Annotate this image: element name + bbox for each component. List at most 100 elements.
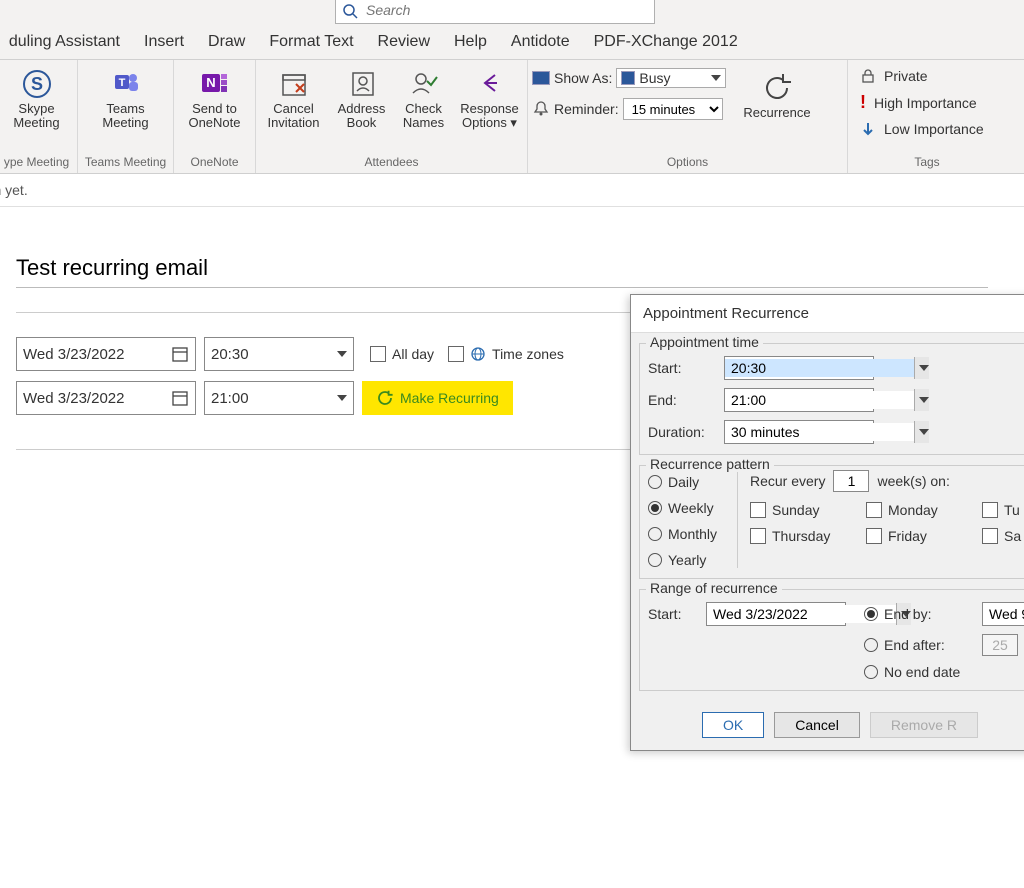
appointment-recurrence-dialog: Appointment Recurrence Appointment time … — [630, 294, 1024, 751]
svg-text:N: N — [206, 75, 215, 90]
monthly-radio[interactable]: Monthly — [648, 526, 725, 542]
all-day-checkbox[interactable]: All day — [370, 346, 434, 362]
meeting-title-input[interactable] — [16, 245, 988, 288]
chevron-down-icon[interactable] — [914, 389, 929, 411]
search-box[interactable] — [335, 0, 655, 24]
send-to-onenote-button[interactable]: N Send to OneNote — [180, 62, 250, 130]
tab-review[interactable]: Review — [378, 33, 430, 51]
check-names-button[interactable]: Check Names — [397, 62, 451, 130]
tab-scheduling-assistant[interactable]: duling Assistant — [0, 33, 120, 51]
monday-checkbox[interactable]: Monday — [866, 502, 976, 518]
high-importance-button[interactable]: ! High Importance — [860, 92, 994, 113]
address-book-button[interactable]: Address Book — [333, 62, 391, 130]
ribbon: S Skype Meeting ype Meeting T Teams Meet… — [0, 60, 1024, 174]
tab-format-text[interactable]: Format Text — [269, 33, 353, 51]
recurrence-label: Recurrence — [743, 106, 810, 120]
end-time-label: End: — [648, 392, 716, 408]
friday-checkbox[interactable]: Friday — [866, 528, 976, 544]
reminder-label: Reminder: — [554, 101, 619, 117]
recurrence-button[interactable]: Recurrence — [738, 66, 816, 120]
time-zones-label: Time zones — [492, 346, 564, 362]
cancel-button[interactable]: Cancel — [774, 712, 860, 738]
chevron-down-icon[interactable] — [914, 421, 929, 443]
recurrence-start-time-combo[interactable] — [724, 356, 874, 380]
start-time-picker[interactable]: 20:30 — [204, 337, 354, 371]
chevron-down-icon[interactable] — [914, 357, 929, 379]
recurrence-pattern-group: Recurrence pattern Daily Weekly Monthly … — [639, 465, 1024, 579]
appointment-time-legend: Appointment time — [646, 334, 763, 350]
low-importance-button[interactable]: Low Importance — [860, 121, 994, 137]
status-text: invitation yet. — [0, 182, 28, 198]
duration-label: Duration: — [648, 424, 716, 440]
range-start-combo[interactable] — [706, 602, 846, 626]
recur-every-input[interactable] — [833, 470, 869, 492]
private-button[interactable]: Private — [860, 68, 994, 84]
tab-insert[interactable]: Insert — [144, 33, 184, 51]
check-names-icon — [407, 66, 441, 102]
recurrence-end-time-input[interactable] — [725, 391, 914, 409]
start-date-picker[interactable]: Wed 3/23/2022 — [16, 337, 196, 371]
end-by-date-combo[interactable] — [982, 602, 1024, 626]
no-end-date-radio[interactable]: No end date — [864, 664, 974, 680]
end-date-picker[interactable]: Wed 3/23/2022 — [16, 381, 196, 415]
recurrence-end-time-combo[interactable] — [724, 388, 874, 412]
high-importance-icon: ! — [860, 92, 866, 113]
range-start-label: Start: — [648, 606, 698, 622]
tab-antidote[interactable]: Antidote — [511, 33, 570, 51]
recurrence-icon — [376, 389, 394, 407]
dialog-actions: OK Cancel Remove R — [631, 701, 1024, 750]
chevron-down-icon — [711, 75, 721, 81]
private-label: Private — [884, 68, 928, 84]
daily-radio[interactable]: Daily — [648, 474, 725, 490]
saturday-checkbox[interactable]: Sa — [982, 528, 1024, 544]
reminder-dropdown[interactable]: 15 minutes — [623, 98, 723, 120]
response-options-button[interactable]: Response Options ▾ — [457, 62, 523, 130]
chevron-down-icon — [337, 395, 347, 401]
skype-group-label: ype Meeting — [0, 153, 73, 173]
tags-group-label: Tags — [852, 153, 1002, 173]
address-book-label: Address Book — [338, 102, 386, 130]
calendar-icon — [171, 389, 189, 407]
weekly-radio[interactable]: Weekly — [648, 500, 725, 516]
options-group-label: Options — [532, 153, 843, 173]
tuesday-checkbox[interactable]: Tu — [982, 502, 1024, 518]
appointment-time-group: Appointment time Start: End: Duration: — [639, 343, 1024, 455]
bell-icon — [532, 100, 550, 118]
thursday-checkbox[interactable]: Thursday — [750, 528, 860, 544]
ribbon-tabstrip: duling Assistant Insert Draw Format Text… — [0, 24, 1024, 60]
cancel-invitation-button[interactable]: Cancel Invitation — [261, 62, 327, 130]
showas-dropdown[interactable]: Busy — [616, 68, 725, 88]
yearly-radio[interactable]: Yearly — [648, 552, 725, 568]
remove-recurrence-button: Remove R — [870, 712, 978, 738]
end-after-input[interactable] — [982, 634, 1018, 656]
response-options-label: Response Options ▾ — [460, 102, 519, 130]
high-importance-label: High Importance — [874, 95, 977, 111]
recurrence-start-time-input[interactable] — [725, 359, 914, 377]
globe-icon — [470, 346, 486, 362]
teams-meeting-button[interactable]: T Teams Meeting — [91, 62, 161, 130]
svg-text:T: T — [118, 77, 125, 89]
search-icon — [342, 3, 358, 19]
skype-meeting-button[interactable]: S Skype Meeting — [2, 62, 72, 130]
tab-help[interactable]: Help — [454, 33, 487, 51]
cancel-invitation-icon — [277, 66, 311, 102]
make-recurring-label: Make Recurring — [400, 390, 499, 406]
busy-swatch-icon — [621, 71, 635, 85]
recurrence-duration-input[interactable] — [725, 423, 914, 441]
ok-button[interactable]: OK — [702, 712, 764, 738]
end-time-picker[interactable]: 21:00 — [204, 381, 354, 415]
title-bar — [0, 0, 1024, 24]
time-zones-checkbox[interactable]: Time zones — [448, 346, 564, 362]
tab-draw[interactable]: Draw — [208, 33, 245, 51]
status-bar: invitation yet. — [0, 174, 1024, 207]
search-input[interactable] — [364, 1, 634, 19]
make-recurring-button[interactable]: Make Recurring — [362, 381, 513, 415]
recurrence-icon — [759, 70, 795, 106]
end-after-radio[interactable]: End after: — [864, 637, 974, 653]
sunday-checkbox[interactable]: Sunday — [750, 502, 860, 518]
end-by-radio[interactable]: End by: — [864, 606, 974, 622]
showas-value: Busy — [639, 70, 670, 86]
start-time-label: Start: — [648, 360, 716, 376]
tab-pdf-xchange[interactable]: PDF-XChange 2012 — [594, 33, 738, 51]
recurrence-duration-combo[interactable] — [724, 420, 874, 444]
